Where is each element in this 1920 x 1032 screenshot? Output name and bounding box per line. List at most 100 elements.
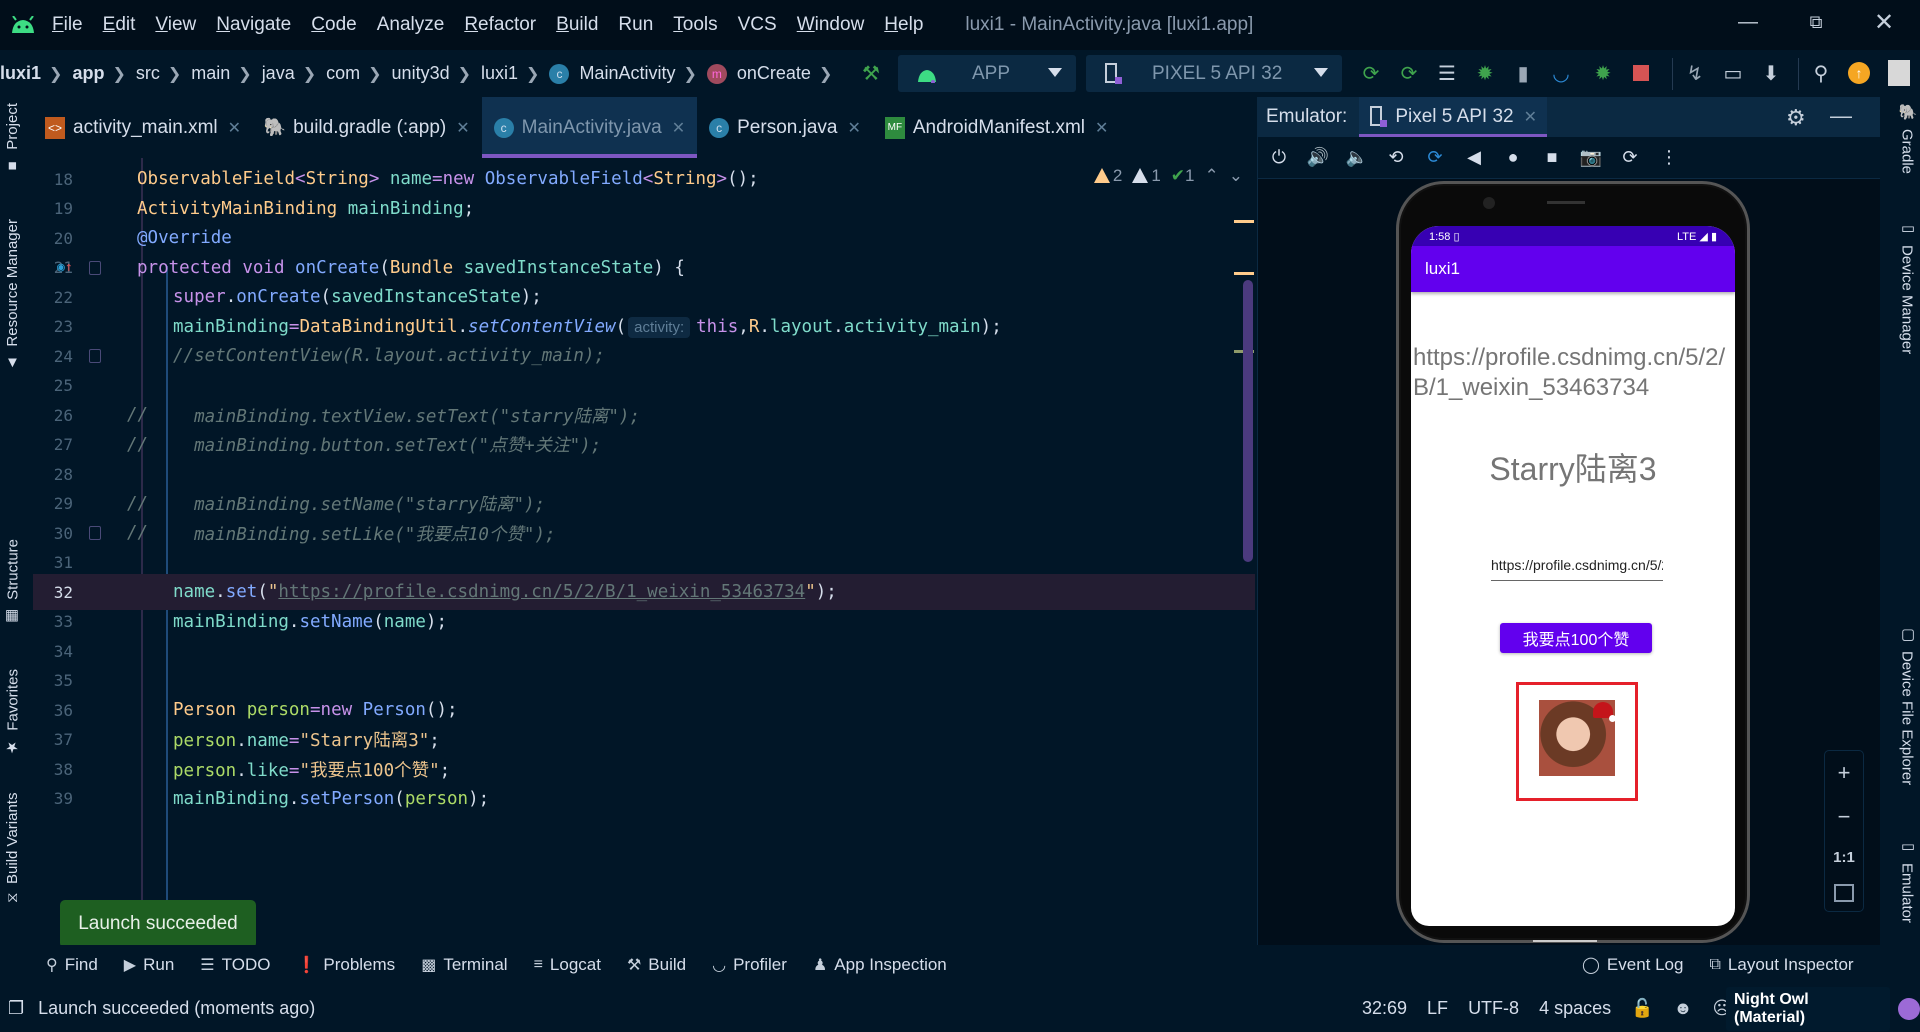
menu-file[interactable]: File bbox=[50, 14, 85, 36]
close-tab-icon[interactable]: ✕ bbox=[847, 118, 860, 138]
tool-run[interactable]: ▶ Run bbox=[124, 955, 175, 975]
close-tab-icon[interactable]: ✕ bbox=[672, 118, 685, 138]
tool-window-device-manager[interactable]: ▭ Device Manager bbox=[1898, 219, 1917, 354]
theme-indicator[interactable]: Night Owl (Material) bbox=[1726, 986, 1891, 1031]
breadcrumb-item[interactable]: src ❯ bbox=[136, 63, 191, 84]
feedback-happy-icon[interactable]: ☻ bbox=[1674, 998, 1693, 1019]
tab-person-java[interactable]: c Person.java ✕ bbox=[697, 97, 873, 158]
close-tab-icon[interactable]: ✕ bbox=[1095, 118, 1108, 138]
back-icon[interactable]: ◀ bbox=[1461, 145, 1487, 171]
tool-app-inspection[interactable]: ♟ App Inspection bbox=[813, 955, 947, 975]
zoom-in-button[interactable]: + bbox=[1838, 760, 1851, 786]
tool-build[interactable]: ⚒ Build bbox=[627, 955, 686, 975]
minimize-button[interactable]: — bbox=[1720, 0, 1776, 44]
settings-gear-icon[interactable]: ⚙ bbox=[1786, 105, 1806, 131]
editor-scrollbar[interactable] bbox=[1243, 280, 1253, 562]
apply-code-changes-button[interactable]: ⟳ bbox=[1396, 60, 1422, 86]
breadcrumb-item[interactable]: luxi1 ❯ bbox=[481, 63, 549, 84]
rotate-right-icon[interactable]: ⟳ bbox=[1422, 145, 1448, 171]
hide-panel-icon[interactable]: — bbox=[1830, 103, 1852, 129]
tool-layout-inspector[interactable]: ⧉ Layout Inspector bbox=[1709, 955, 1853, 975]
override-marker-icon[interactable]: ◉↑ bbox=[57, 260, 73, 275]
fold-marker-icon[interactable] bbox=[89, 526, 101, 540]
device-manager-button[interactable]: ▭ bbox=[1720, 60, 1746, 86]
make-project-button[interactable]: ⚒ bbox=[858, 60, 884, 86]
restore-button[interactable]: ⧉ bbox=[1788, 0, 1844, 44]
line-separator[interactable]: LF bbox=[1427, 998, 1448, 1019]
menu-edit[interactable]: Edit bbox=[101, 14, 138, 36]
url-edit-text[interactable]: https://profile.csdnimg.cn/5/2/B/1_weixi… bbox=[1491, 557, 1663, 581]
snapshot-icon[interactable]: ⟳ bbox=[1617, 145, 1643, 171]
emulator-tab[interactable]: Pixel 5 API 32 ✕ bbox=[1359, 97, 1548, 137]
volume-up-icon[interactable]: 🔊 bbox=[1305, 145, 1331, 171]
menu-help[interactable]: Help bbox=[882, 14, 925, 36]
menu-view[interactable]: View bbox=[153, 14, 198, 36]
stop-button[interactable] bbox=[1628, 60, 1654, 86]
tool-profiler[interactable]: ◡ Profiler bbox=[712, 955, 787, 975]
tab-android-manifest[interactable]: MF AndroidManifest.xml ✕ bbox=[873, 97, 1121, 158]
tool-window-build-variants[interactable]: ⧖ Build Variants bbox=[4, 793, 21, 903]
breadcrumb-item[interactable]: java ❯ bbox=[262, 63, 326, 84]
more-options-icon[interactable]: ⋮ bbox=[1656, 145, 1682, 171]
tool-terminal[interactable]: ▩ Terminal bbox=[421, 955, 507, 975]
tool-window-favorites[interactable]: ★ Favorites bbox=[4, 669, 22, 757]
menu-refactor[interactable]: Refactor bbox=[462, 14, 538, 36]
breadcrumb-item[interactable]: main ❯ bbox=[191, 63, 261, 84]
apply-changes-restart-button[interactable]: ⟳ bbox=[1358, 60, 1384, 86]
logcat-button[interactable]: ☰ bbox=[1434, 60, 1460, 86]
file-encoding[interactable]: UTF-8 bbox=[1468, 998, 1519, 1019]
menu-analyze[interactable]: Analyze bbox=[375, 14, 447, 36]
close-window-button[interactable]: ✕ bbox=[1856, 0, 1912, 44]
tool-windows-toggle-icon[interactable]: ❐ bbox=[8, 998, 24, 1019]
coverage-button[interactable]: ▮ bbox=[1510, 60, 1536, 86]
tool-window-emulator[interactable]: ▭ Emulator bbox=[1898, 837, 1917, 923]
breadcrumb-item[interactable]: com ❯ bbox=[326, 63, 391, 84]
device-selector[interactable]: PIXEL 5 API 32 bbox=[1086, 55, 1342, 92]
close-tab-icon[interactable]: ✕ bbox=[456, 118, 469, 138]
read-only-lock-icon[interactable]: 🔓 bbox=[1631, 998, 1653, 1019]
profile-button[interactable]: ◡ bbox=[1548, 60, 1574, 86]
home-icon[interactable]: ● bbox=[1500, 145, 1526, 171]
close-tab-icon[interactable]: ✕ bbox=[228, 118, 241, 138]
breadcrumb-item[interactable]: app ❯ bbox=[72, 63, 135, 84]
tool-window-project[interactable]: ■ Project bbox=[4, 103, 21, 175]
tool-window-structure[interactable]: ▦ Structure bbox=[4, 539, 22, 626]
like-button[interactable]: 我要点100个赞 bbox=[1500, 623, 1652, 653]
menu-vcs[interactable]: VCS bbox=[736, 14, 779, 36]
tool-find[interactable]: ⚲ Find bbox=[46, 955, 98, 975]
tab-main-activity-java[interactable]: c MainActivity.java ✕ bbox=[481, 97, 698, 158]
menu-navigate[interactable]: Navigate bbox=[214, 14, 293, 36]
tool-event-log[interactable]: ◯ Event Log bbox=[1582, 955, 1683, 975]
attach-debugger-button[interactable]: ✹ bbox=[1590, 60, 1616, 86]
update-button[interactable]: ↑ bbox=[1846, 60, 1872, 86]
breadcrumb-method[interactable]: m onCreate ❯ bbox=[706, 63, 842, 84]
volume-down-icon[interactable]: 🔈 bbox=[1344, 145, 1370, 171]
indent-setting[interactable]: 4 spaces bbox=[1539, 998, 1611, 1019]
fold-marker-icon[interactable] bbox=[89, 349, 101, 363]
screenshot-camera-icon[interactable]: 📷 bbox=[1578, 145, 1604, 171]
menu-build[interactable]: Build bbox=[554, 14, 600, 36]
close-tab-icon[interactable]: ✕ bbox=[1524, 107, 1537, 127]
tool-problems[interactable]: ❗ Problems bbox=[296, 955, 395, 975]
breadcrumb-item[interactable]: luxi1 ❯ bbox=[0, 63, 72, 84]
rotate-left-icon[interactable]: ⟲ bbox=[1383, 145, 1409, 171]
warning-marker[interactable] bbox=[1234, 220, 1254, 223]
debug-button[interactable]: ✹ bbox=[1472, 60, 1498, 86]
sync-gradle-button[interactable]: ↯ bbox=[1682, 60, 1708, 86]
status-message[interactable]: Launch succeeded (moments ago) bbox=[38, 998, 315, 1019]
tool-logcat[interactable]: ≡ Logcat bbox=[534, 955, 601, 975]
fold-marker-icon[interactable] bbox=[89, 260, 101, 275]
tool-todo[interactable]: ☰ TODO bbox=[200, 955, 270, 975]
overview-icon[interactable]: ■ bbox=[1539, 145, 1565, 171]
code-line[interactable]: 39 mainBinding.setPerson(person); bbox=[33, 781, 1255, 817]
zoom-out-button[interactable]: − bbox=[1838, 804, 1851, 830]
tool-window-resource-manager[interactable]: ▲ Resource Manager bbox=[4, 219, 21, 372]
breadcrumb-item[interactable]: unity3d ❯ bbox=[392, 63, 481, 84]
run-config-selector[interactable]: APP bbox=[898, 55, 1076, 92]
menu-code[interactable]: Code bbox=[309, 14, 358, 36]
device-screen[interactable]: 1:58 ▯ LTE ◢ ▮ luxi1 https://profile.csd… bbox=[1411, 226, 1735, 926]
tool-window-gradle[interactable]: 🐘 Gradle bbox=[1898, 103, 1917, 174]
gesture-nav-pill[interactable] bbox=[1533, 940, 1597, 942]
menu-run[interactable]: Run bbox=[616, 14, 655, 36]
tool-window-device-file-explorer[interactable]: ▢ Device File Explorer bbox=[1898, 625, 1917, 785]
